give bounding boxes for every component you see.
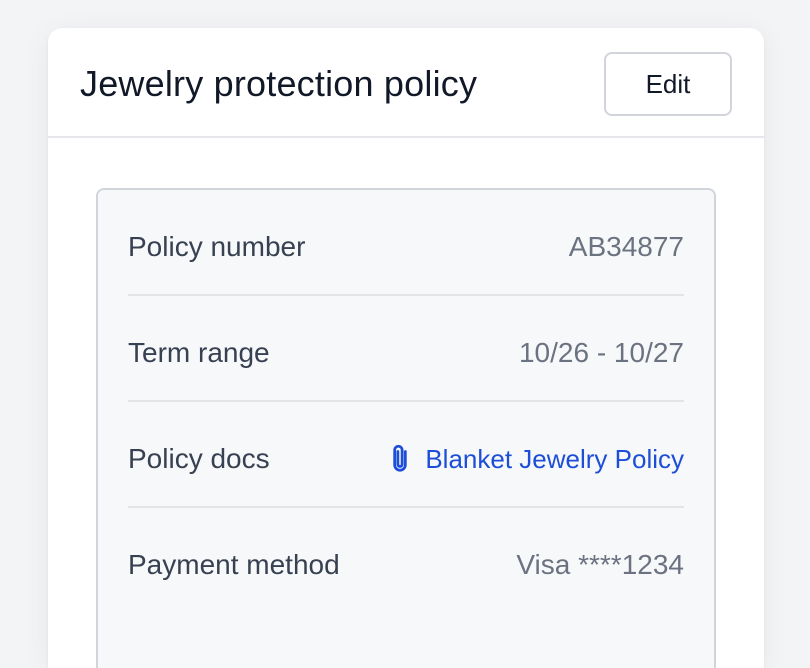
policy-document-link-text: Blanket Jewelry Policy bbox=[425, 444, 684, 474]
paperclip-icon bbox=[387, 443, 413, 475]
policy-number-value: AB34877 bbox=[568, 231, 684, 262]
card-title: Jewelry protection policy bbox=[80, 63, 478, 104]
detail-row-payment-method: Payment method Visa ****1234 bbox=[128, 508, 684, 614]
detail-row-policy-number: Policy number AB34877 bbox=[128, 190, 684, 296]
term-range-value: 10/26 - 10/27 bbox=[518, 337, 684, 368]
payment-method-label: Payment method bbox=[128, 549, 340, 580]
detail-row-policy-docs: Policy docs Blanket Jewelry Policy bbox=[128, 402, 684, 508]
card-header: Jewelry protection policy Edit bbox=[48, 28, 764, 138]
policy-number-label: Policy number bbox=[128, 231, 306, 262]
policy-details-panel: Policy number AB34877 Term range 10/26 -… bbox=[96, 188, 716, 668]
payment-method-value: Visa ****1234 bbox=[516, 549, 684, 580]
policy-docs-label: Policy docs bbox=[128, 443, 270, 474]
policy-document-link[interactable]: Blanket Jewelry Policy bbox=[387, 442, 684, 476]
detail-row-term-range: Term range 10/26 - 10/27 bbox=[128, 296, 684, 402]
term-range-label: Term range bbox=[128, 337, 270, 368]
edit-button[interactable]: Edit bbox=[604, 52, 732, 116]
policy-card: Jewelry protection policy Edit Policy nu… bbox=[48, 28, 764, 668]
